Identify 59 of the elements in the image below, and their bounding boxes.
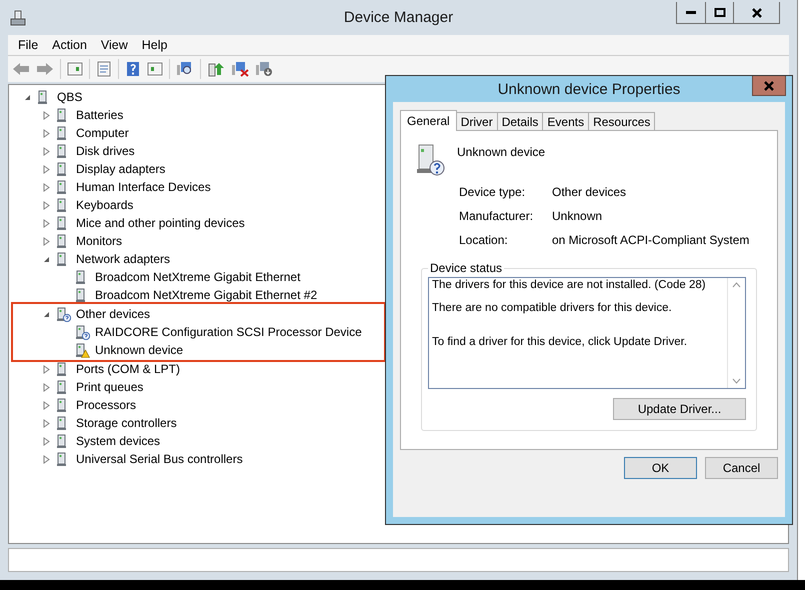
- tree-item[interactable]: Broadcom NetXtreme Gigabit Ethernet #2: [93, 288, 320, 302]
- tab[interactable]: Resources: [588, 112, 656, 130]
- status-message: To find a driver for this device, click Update Driver.: [432, 336, 688, 348]
- property-value: Unknown: [552, 209, 604, 223]
- tree-item[interactable]: Disk drives: [74, 144, 137, 158]
- uninstall-device-icon[interactable]: [231, 61, 249, 77]
- computer-icon: [9, 8, 27, 26]
- property-value: Other devices: [552, 185, 628, 199]
- menu-item[interactable]: View: [100, 38, 136, 52]
- disable-device-icon[interactable]: [255, 61, 273, 77]
- status-text-area[interactable]: The drivers for this device are not installed. (Code 28) There are no compatible drivers for this device. To find a driver for this device, click Update Driver.: [428, 277, 746, 389]
- scan-hardware-icon[interactable]: [176, 61, 194, 77]
- tree-item[interactable]: System devices: [74, 434, 162, 448]
- tree-item[interactable]: Processors: [74, 398, 138, 412]
- property-label: Device type:: [459, 185, 526, 199]
- tree-item[interactable]: Network adapters: [74, 252, 172, 266]
- menu-item[interactable]: File: [18, 38, 46, 52]
- close-icon: [750, 6, 762, 18]
- forward-arrow-icon[interactable]: [36, 62, 54, 76]
- tree-item[interactable]: Ports (COM & LPT): [74, 362, 182, 376]
- ok-button[interactable]: OK: [624, 457, 697, 479]
- minimize-icon: [686, 11, 696, 14]
- device-name: Unknown device: [457, 145, 546, 159]
- close-icon: [763, 80, 775, 92]
- menu-item[interactable]: Help: [142, 38, 176, 52]
- tree-item[interactable]: Mice and other pointing devices: [74, 216, 247, 230]
- help-icon[interactable]: [125, 61, 141, 77]
- properties-icon[interactable]: [96, 61, 112, 77]
- status-message: The drivers for this device are not installed. (Code 28): [432, 279, 706, 291]
- tree-item[interactable]: Unknown device: [93, 343, 186, 357]
- console-tree-icon[interactable]: [67, 61, 83, 77]
- status-message: There are no compatible drivers for this device.: [432, 302, 672, 314]
- update-driver-button[interactable]: Update Driver...: [613, 398, 746, 420]
- tree-item[interactable]: Broadcom NetXtreme Gigabit Ethernet: [93, 270, 302, 284]
- tree-item[interactable]: Universal Serial Bus controllers: [74, 452, 245, 466]
- tree-item[interactable]: Storage controllers: [74, 416, 179, 430]
- tree-item[interactable]: Computer: [74, 126, 131, 140]
- update-driver-icon[interactable]: [207, 61, 225, 77]
- tree-item[interactable]: Monitors: [74, 234, 124, 248]
- tree-item[interactable]: Batteries: [74, 108, 126, 122]
- window-title: Device Manager: [344, 9, 454, 26]
- maximize-icon: [714, 6, 726, 18]
- action-pane-icon[interactable]: [147, 61, 163, 77]
- property-value: on Microsoft ACPI-Compliant System: [552, 233, 750, 247]
- tab[interactable]: General: [400, 110, 457, 131]
- tree-item[interactable]: QBS: [55, 90, 84, 104]
- property-label: Manufacturer:: [459, 209, 534, 223]
- group-title: Device status: [429, 261, 504, 275]
- property-label: Location:: [459, 233, 509, 247]
- menu-item[interactable]: Action: [52, 38, 95, 52]
- tree-item[interactable]: Display adapters: [74, 162, 168, 176]
- tree-item[interactable]: Keyboards: [74, 198, 136, 212]
- tree-item[interactable]: RAIDCORE Configuration SCSI Processor Device: [93, 325, 364, 339]
- cancel-button[interactable]: Cancel: [705, 457, 778, 479]
- tree-item[interactable]: Print queues: [74, 380, 146, 394]
- tree-item[interactable]: Human Interface Devices: [74, 180, 213, 194]
- back-arrow-icon[interactable]: [12, 62, 30, 76]
- tree-item[interactable]: Other devices: [74, 307, 152, 321]
- dialog-title: Unknown device Properties: [498, 80, 680, 98]
